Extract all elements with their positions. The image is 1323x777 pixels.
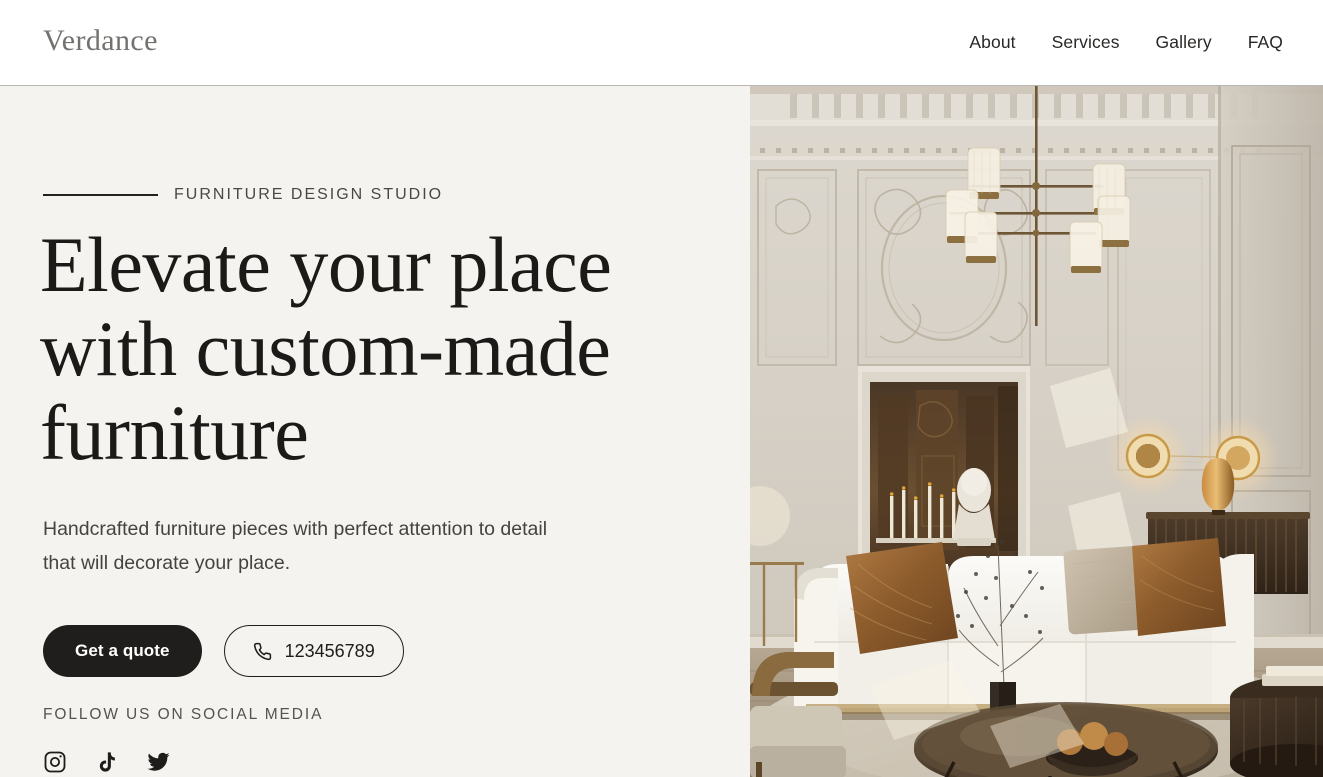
tiktok-icon[interactable] — [95, 750, 118, 777]
hero-content: FURNITURE DESIGN STUDIO Elevate your pla… — [0, 86, 750, 777]
site-header: Verdance About Services Gallery FAQ — [0, 0, 1323, 86]
main-navigation: About Services Gallery FAQ — [951, 26, 1283, 59]
social-block: FOLLOW US ON SOCIAL MEDIA — [43, 706, 323, 777]
hero-image-panel — [750, 86, 1323, 777]
phone-icon — [253, 642, 272, 661]
landing-page: Verdance About Services Gallery FAQ FURN… — [0, 0, 1323, 777]
phone-button[interactable]: 123456789 — [223, 625, 404, 677]
brand-logo[interactable]: Verdance — [43, 26, 158, 59]
eyebrow-rule — [43, 194, 158, 196]
hero-headline: Elevate your place with custom-made furn… — [40, 221, 612, 477]
nav-item-about[interactable]: About — [951, 26, 1033, 59]
instagram-icon[interactable] — [43, 750, 67, 777]
hero-eyebrow: FURNITURE DESIGN STUDIO — [43, 186, 443, 204]
nav-item-gallery[interactable]: Gallery — [1138, 26, 1230, 59]
social-label: FOLLOW US ON SOCIAL MEDIA — [43, 706, 324, 723]
phone-number-label: 123456789 — [284, 640, 375, 661]
social-icon-list — [43, 750, 323, 777]
eyebrow-label: FURNITURE DESIGN STUDIO — [174, 186, 444, 203]
nav-item-services[interactable]: Services — [1034, 26, 1138, 59]
interior-room-illustration — [750, 86, 1323, 777]
twitter-icon[interactable] — [146, 750, 171, 777]
get-a-quote-button[interactable]: Get a quote — [43, 625, 202, 677]
nav-item-faq[interactable]: FAQ — [1230, 26, 1283, 59]
hero-cta-row: Get a quote 123456789 — [43, 625, 404, 677]
hero-section: FURNITURE DESIGN STUDIO Elevate your pla… — [0, 86, 1323, 777]
hero-subcopy: Handcrafted furniture pieces with perfec… — [43, 518, 548, 574]
